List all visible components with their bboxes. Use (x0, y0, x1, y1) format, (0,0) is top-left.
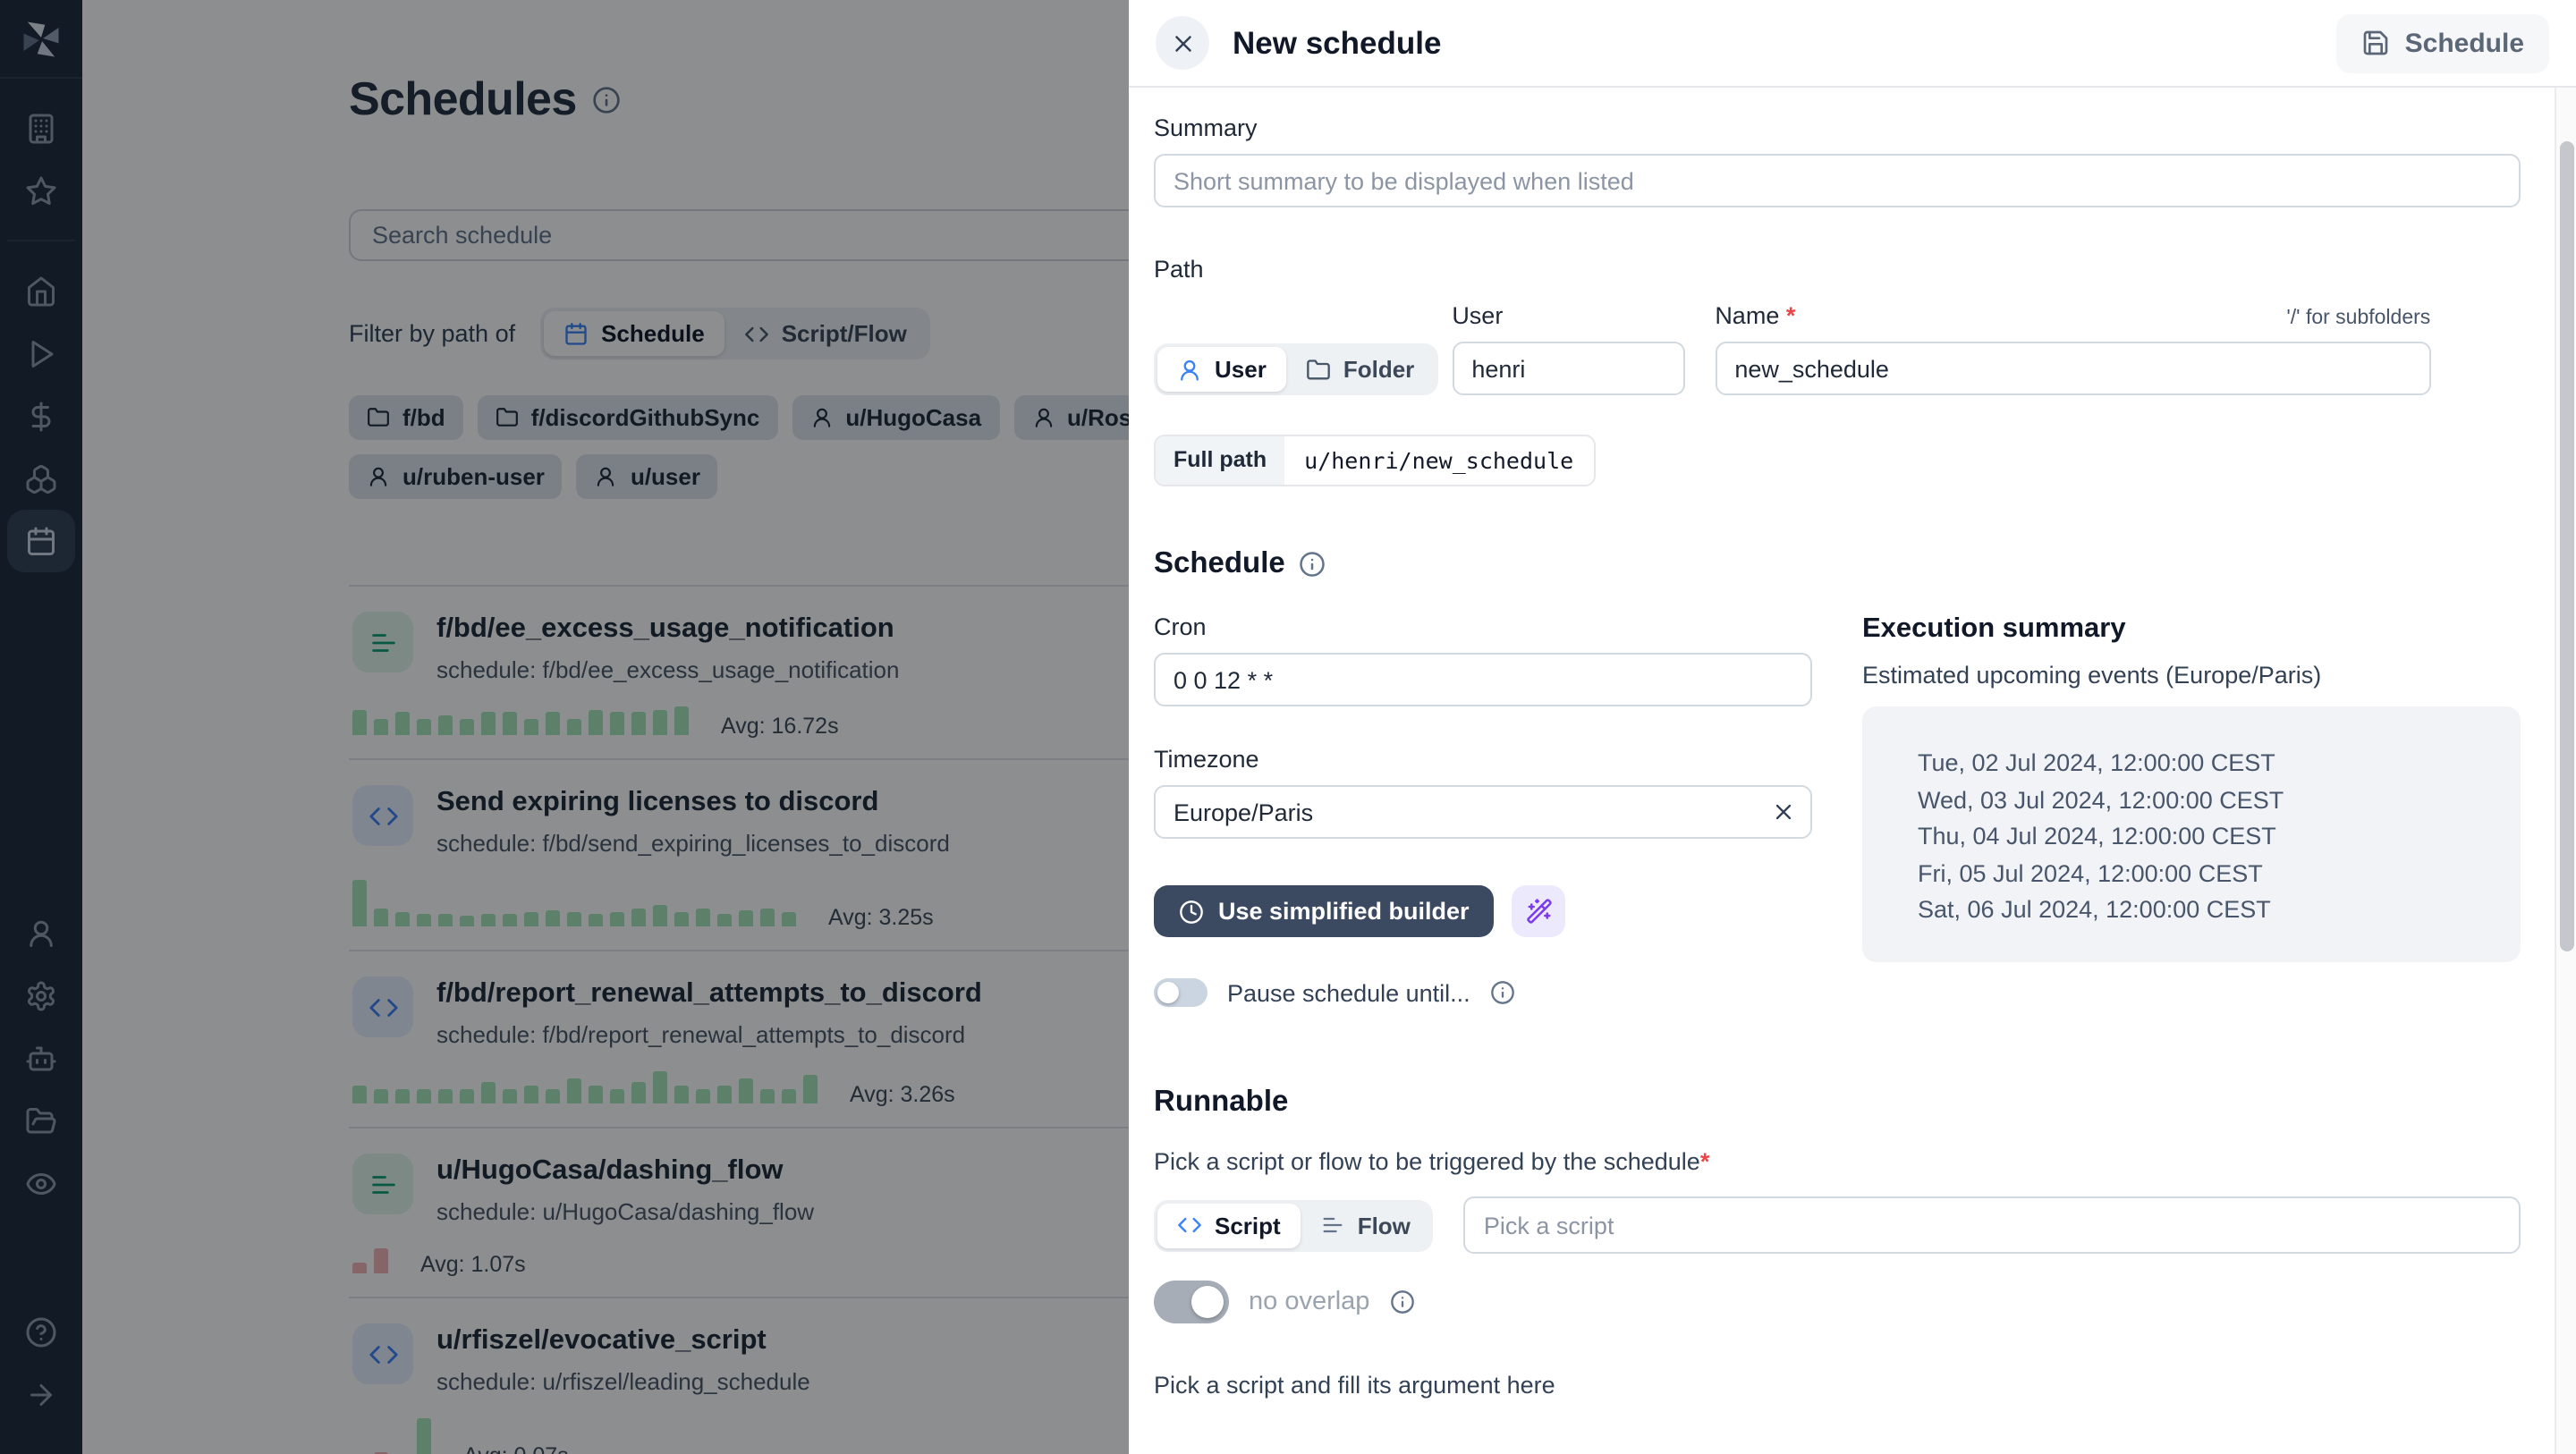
schedule-info-icon[interactable] (1300, 551, 1326, 578)
owner-option-user[interactable]: User (1157, 347, 1286, 392)
save-icon (2362, 29, 2391, 57)
summary-input[interactable] (1154, 154, 2521, 207)
timezone-label: Timezone (1154, 746, 1259, 773)
drawer-body: Summary Path UserFolder User Name * '/' … (1129, 88, 2555, 1454)
path-label: Path (1154, 256, 1204, 283)
code-icon (1177, 1213, 1202, 1238)
new-schedule-drawer: New schedule Schedule Summary Path UserF… (1129, 0, 2576, 1454)
upcoming-event: Fri, 05 Jul 2024, 12:00:00 CEST (1918, 859, 2263, 887)
schedule-section-heading: Schedule (1154, 547, 1285, 579)
full-path-label: Full path (1156, 436, 1285, 485)
upcoming-event: Thu, 04 Jul 2024, 12:00:00 CEST (1918, 823, 2276, 850)
no-overlap-toggle[interactable] (1154, 1281, 1229, 1323)
execution-summary-subheading: Estimated upcoming events (Europe/Paris) (1862, 662, 2322, 689)
magic-wand-icon (1526, 898, 1553, 925)
full-path: Full path u/henri/new_schedule (1154, 435, 1596, 486)
cron-input[interactable] (1154, 653, 1812, 706)
kind-option-script[interactable]: Script (1157, 1203, 1301, 1247)
execution-summary-heading: Execution summary (1862, 613, 2126, 644)
pause-schedule-label: Pause schedule until... (1227, 979, 1470, 1006)
scrollbar-thumb[interactable] (2560, 141, 2574, 951)
pause-info-icon[interactable] (1490, 980, 1515, 1005)
drawer-scrollbar[interactable] (2555, 88, 2576, 1454)
clear-timezone-icon[interactable] (1771, 799, 1796, 824)
upcoming-event: Tue, 02 Jul 2024, 12:00:00 CEST (1918, 749, 2275, 776)
user-field-label: User (1452, 302, 1504, 329)
flow-icon (1320, 1213, 1345, 1238)
runnable-section-heading: Runnable (1154, 1086, 1289, 1118)
pause-schedule-toggle[interactable] (1154, 978, 1208, 1007)
pick-script-input[interactable] (1463, 1196, 2521, 1254)
save-schedule-button[interactable]: Schedule (2336, 13, 2549, 72)
drawer-header: New schedule Schedule (1129, 0, 2576, 88)
summary-label: Summary (1154, 114, 1258, 141)
folder-icon (1306, 357, 1331, 382)
upcoming-events-box: Tue, 02 Jul 2024, 12:00:00 CEST Wed, 03 J… (1862, 706, 2521, 962)
name-field-label: Name * (1715, 302, 1796, 329)
owner-option-folder[interactable]: Folder (1286, 347, 1434, 392)
upcoming-event: Wed, 03 Jul 2024, 12:00:00 CEST (1918, 786, 2284, 814)
no-overlap-label: no overlap (1249, 1288, 1370, 1316)
use-simplified-builder-button[interactable]: Use simplified builder (1154, 885, 1495, 937)
person-icon (1177, 357, 1202, 382)
clock-icon (1179, 899, 1204, 924)
ai-cron-button[interactable] (1512, 885, 1566, 937)
full-path-value: u/henri/new_schedule (1284, 436, 1594, 485)
app-window: Schedules Filter by path of ScheduleScri… (0, 0, 2576, 1454)
pick-runnable-label: Pick a script or flow to be triggered by… (1154, 1148, 1710, 1175)
name-input[interactable] (1715, 342, 2431, 395)
no-overlap-info-icon[interactable] (1389, 1289, 1414, 1315)
timezone-input[interactable] (1154, 785, 1812, 839)
subfolder-hint: '/' for subfolders (2286, 308, 2431, 329)
user-input[interactable] (1452, 342, 1685, 395)
runnable-hint: Pick a script and fill its argument here (1154, 1372, 1555, 1399)
close-icon (1169, 30, 1196, 56)
kind-option-flow[interactable]: Flow (1301, 1203, 1430, 1247)
script-flow-toggle: Script Flow (1154, 1199, 1434, 1251)
upcoming-event: Sat, 06 Jul 2024, 12:00:00 CEST (1918, 896, 2271, 924)
user-folder-toggle: User Folder (1154, 343, 1438, 395)
drawer-title: New schedule (1233, 24, 1442, 60)
cron-label: Cron (1154, 613, 1207, 640)
close-button[interactable] (1156, 16, 1209, 70)
